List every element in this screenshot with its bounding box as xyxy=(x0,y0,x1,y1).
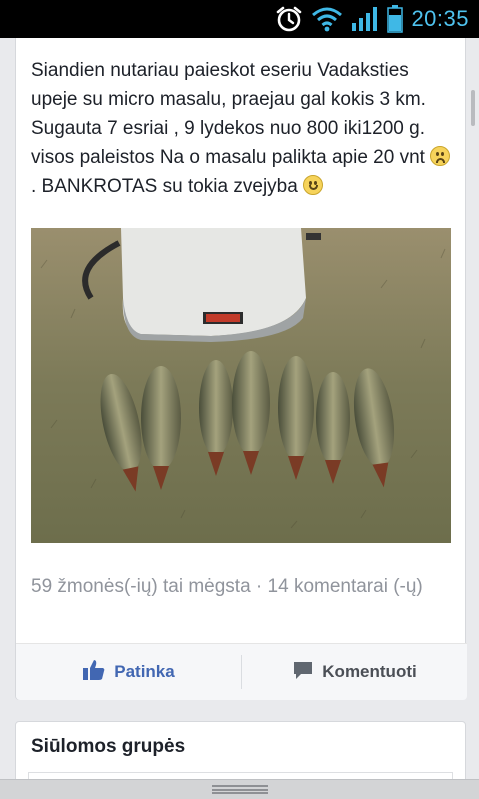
scrollbar-thumb[interactable] xyxy=(471,90,475,126)
bottom-drag-bar[interactable] xyxy=(0,779,479,799)
status-time: 20:35 xyxy=(411,6,469,31)
likes-comments-summary[interactable]: 59 žmonės(-ių) tai mėgsta · 14 komentara… xyxy=(31,573,456,600)
drag-handle-icon xyxy=(211,785,268,794)
battery-icon xyxy=(387,5,404,33)
sad-emoji-icon xyxy=(430,146,451,166)
fish-photo-image xyxy=(31,228,451,543)
comment-label: Komentuoti xyxy=(322,662,417,681)
post-actions: Patinka Komentuoti xyxy=(16,644,467,700)
post-text: Siandien nutariau paieskot eseriu Vadaks… xyxy=(31,56,456,201)
comment-button[interactable]: Komentuoti xyxy=(242,644,467,700)
comment-bubble-icon xyxy=(292,659,314,686)
signal-icon xyxy=(351,6,379,32)
post-text-part-2: . BANKROTAS su tokia zvejyba xyxy=(31,176,304,197)
alarm-icon xyxy=(275,5,303,33)
smile-emoji-icon xyxy=(303,175,324,195)
post-card: Siandien nutariau paieskot eseriu Vadaks… xyxy=(15,38,467,700)
like-button[interactable]: Patinka xyxy=(16,644,241,700)
thumbs-up-icon xyxy=(82,658,106,687)
post-text-part-1: Siandien nutariau paieskot eseriu Vadaks… xyxy=(31,60,431,168)
like-label: Patinka xyxy=(114,662,175,681)
status-bar: 20:35 xyxy=(0,0,479,38)
wifi-icon xyxy=(311,6,343,32)
suggested-groups-title: Siūlomos grupės xyxy=(31,736,186,757)
post-photo[interactable] xyxy=(31,228,451,543)
